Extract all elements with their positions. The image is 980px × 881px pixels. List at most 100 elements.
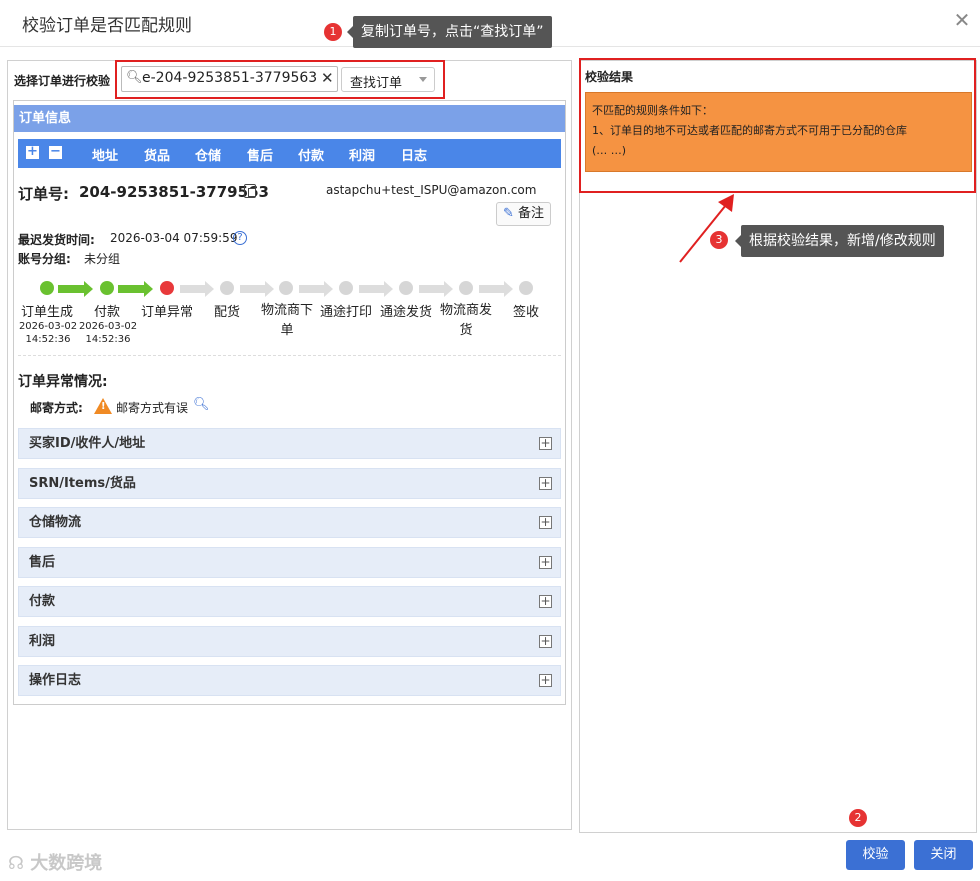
step-dot (279, 281, 293, 295)
accordion-buyer[interactable]: 买家ID/收件人/地址 + (18, 428, 561, 459)
latest-ship-value: 2026-03-04 07:59:59 (110, 231, 238, 245)
step-dot (399, 281, 413, 295)
order-info-header: 订单信息 (14, 105, 565, 132)
step-label: 订单异常 (140, 305, 193, 320)
dialog-title: 校验订单是否匹配规则 (22, 16, 192, 36)
divider (18, 355, 561, 356)
step-date: 2026-03-02 (78, 321, 138, 332)
accordion-label: 仓储物流 (29, 515, 82, 530)
accordion-warehouse[interactable]: 仓储物流 + (18, 507, 561, 538)
tab-bar: + − 地址 货品 仓储 售后 付款 利润 日志 (18, 139, 561, 168)
step-time: 14:52:36 (85, 334, 131, 345)
step-label: 配货 (213, 305, 240, 320)
accordion-items[interactable]: SRN/Items/货品 + (18, 468, 561, 499)
note-button-label: 备注 (518, 206, 545, 221)
accordion-label: 买家ID/收件人/地址 (29, 436, 146, 451)
plus-icon[interactable]: + (539, 674, 552, 687)
accordion-log[interactable]: 操作日志 + (18, 665, 561, 696)
step-arrow (479, 281, 513, 297)
latest-ship-label: 最迟发货时间: (18, 233, 95, 247)
result-title: 校验结果 (585, 70, 634, 84)
order-no-value: 204-9253851-3779563 (79, 183, 269, 201)
step-badge-3: 3 (710, 231, 728, 249)
mail-method-value: 邮寄方式有误 (116, 401, 189, 415)
step-label: 付款 (93, 305, 120, 320)
step-label: 签收 (512, 305, 539, 320)
step-label: 物流商发货 (439, 303, 492, 338)
step-label: 物流商下单 (260, 303, 313, 338)
collapse-all-icon[interactable]: − (49, 145, 62, 159)
tab-payment[interactable]: 付款 (298, 145, 324, 164)
pencil-icon: ✎ (503, 206, 514, 221)
search-icon[interactable]: 🔍︎ (193, 397, 210, 412)
step-label: 订单生成 (20, 305, 73, 320)
tab-profit[interactable]: 利润 (349, 145, 375, 164)
step-badge-1: 1 (324, 23, 342, 41)
account-group-label: 账号分组: (18, 252, 71, 266)
step-badge-2: 2 (849, 809, 867, 827)
accordion-label: 操作日志 (29, 673, 82, 688)
tip-result: 根据校验结果，新增/修改规则 (735, 225, 944, 257)
step-dot (220, 281, 234, 295)
tab-goods[interactable]: 货品 (144, 145, 170, 164)
accordion-payment[interactable]: 付款 + (18, 586, 561, 617)
step-arrow (180, 281, 214, 297)
note-button[interactable]: ✎ 备注 (496, 202, 551, 226)
watermark: ☊ 大数跨境 (8, 849, 102, 875)
clear-icon[interactable]: ✕ (321, 69, 334, 87)
help-icon[interactable]: ? (233, 231, 247, 245)
order-search-input[interactable]: 🔍︎ e-204-9253851-3779563 ✕ (121, 66, 338, 92)
plus-icon[interactable]: + (539, 516, 552, 529)
order-no-label: 订单号: (18, 185, 69, 203)
close-icon[interactable]: ✕ (952, 10, 972, 30)
find-order-dropdown[interactable]: 查找订单 (341, 67, 435, 92)
chevron-down-icon (419, 77, 427, 82)
accordion-label: 付款 (29, 594, 56, 609)
step-dot (339, 281, 353, 295)
step-label: 通途发货 (379, 305, 432, 320)
plus-icon[interactable]: + (539, 437, 552, 450)
account-email: astapchu+test_ISPU@amazon.com (326, 183, 537, 197)
step-dot (100, 281, 114, 295)
step-arrow (299, 281, 333, 297)
exception-title: 订单异常情况: (18, 374, 108, 390)
tip-copy-order: 复制订单号，点击“查找订单” (347, 16, 552, 48)
step-arrow (359, 281, 393, 297)
result-line: 1、订单目的地不可达或者匹配的邮寄方式不可用于已分配的仓库 (592, 124, 907, 137)
step-dot (519, 281, 533, 295)
verify-button[interactable]: 校验 (846, 840, 905, 870)
tab-address[interactable]: 地址 (92, 145, 118, 164)
plus-icon[interactable]: + (539, 556, 552, 569)
tab-log[interactable]: 日志 (401, 145, 427, 164)
search-icon: 🔍︎ (126, 70, 143, 85)
accordion-label: SRN/Items/货品 (29, 476, 136, 491)
step-dot (160, 281, 174, 295)
dropdown-label: 查找订单 (350, 76, 403, 91)
search-value: e-204-9253851-3779563 (142, 70, 318, 86)
annotation-arrow (679, 194, 734, 263)
select-order-label: 选择订单进行校验 (14, 74, 111, 88)
plus-icon[interactable]: + (539, 635, 552, 648)
step-arrow (118, 281, 153, 297)
result-line: 不匹配的规则条件如下： (592, 104, 713, 117)
accordion-profit[interactable]: 利润 + (18, 626, 561, 657)
warning-icon: ! (94, 398, 112, 414)
step-arrow (58, 281, 93, 297)
step-dot (459, 281, 473, 295)
tab-aftersale[interactable]: 售后 (247, 145, 273, 164)
watermark-text: 大数跨境 (30, 853, 103, 874)
logo-icon: ☊ (8, 853, 24, 874)
plus-icon[interactable]: + (539, 595, 552, 608)
result-message: 不匹配的规则条件如下： 1、订单目的地不可达或者匹配的邮寄方式不可用于已分配的仓… (585, 92, 972, 172)
expand-all-icon[interactable]: + (26, 145, 39, 159)
accordion-aftersale[interactable]: 售后 + (18, 547, 561, 578)
step-dot (40, 281, 54, 295)
mail-method-label: 邮寄方式: (30, 401, 83, 415)
plus-icon[interactable]: + (539, 477, 552, 490)
copy-icon[interactable] (244, 184, 256, 198)
close-button[interactable]: 关闭 (914, 840, 973, 870)
account-group-value: 未分组 (84, 252, 121, 266)
step-arrow (240, 281, 274, 297)
tab-warehouse[interactable]: 仓储 (195, 145, 221, 164)
step-label: 通途打印 (319, 305, 372, 320)
